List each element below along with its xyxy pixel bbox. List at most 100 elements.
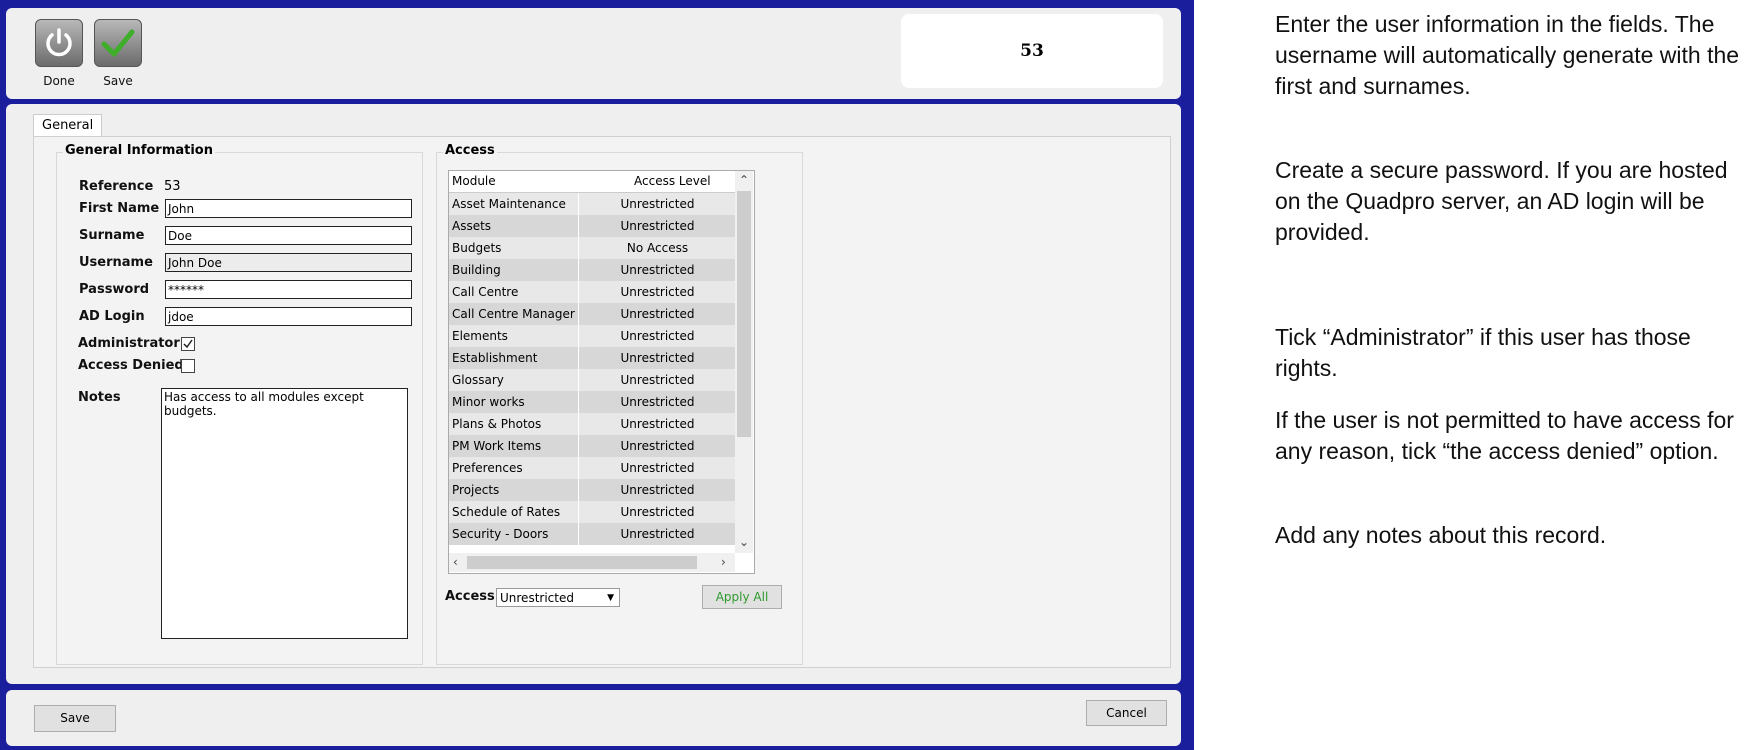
save-toolbar-button[interactable]: Save	[93, 19, 143, 88]
table-row[interactable]: Assets Unrestricted	[449, 215, 735, 238]
horizontal-scrollbar[interactable]: ‹ ›	[449, 553, 735, 572]
surname-field[interactable]: Doe	[165, 226, 412, 245]
access-grid-header: Module Access Level	[449, 171, 735, 193]
access-denied-checkbox[interactable]	[181, 359, 195, 373]
access-group: Access Module Access Level Asset Mainten…	[436, 143, 803, 665]
scroll-up-icon[interactable]: ⌃	[739, 173, 749, 187]
module-cell: PM Work Items	[449, 435, 579, 457]
save-label: Save	[103, 74, 133, 88]
module-cell: Glossary	[449, 369, 579, 391]
cancel-button[interactable]: Cancel	[1086, 700, 1167, 726]
access-level-cell[interactable]: Unrestricted	[580, 435, 735, 457]
table-row[interactable]: Minor works Unrestricted	[449, 391, 735, 414]
general-information-title: General Information	[63, 143, 215, 158]
help-text-administrator: Tick “Administrator” if this user has th…	[1275, 324, 1691, 381]
username-field[interactable]: John Doe	[165, 253, 412, 272]
vertical-scroll-thumb[interactable]	[737, 191, 751, 437]
vertical-scrollbar[interactable]: ⌃ ⌄	[735, 171, 753, 553]
notes-field[interactable]: Has access to all modules except budgets…	[161, 388, 408, 639]
table-row[interactable]: Building Unrestricted	[449, 259, 735, 282]
column-header-access-level: Access Level	[634, 174, 711, 188]
access-level-cell[interactable]: Unrestricted	[580, 523, 735, 545]
table-row[interactable]: Projects Unrestricted	[449, 479, 735, 502]
module-cell: Call Centre	[449, 281, 579, 303]
horizontal-scroll-thumb[interactable]	[467, 556, 697, 569]
access-level-cell[interactable]: Unrestricted	[580, 391, 735, 413]
help-text-password: Create a secure password. If you are hos…	[1275, 157, 1728, 245]
tab-page-general: General Information Reference 53 First N…	[33, 136, 1171, 668]
help-text-access-denied: If the user is not permitted to have acc…	[1275, 407, 1734, 464]
access-level-cell[interactable]: Unrestricted	[580, 215, 735, 237]
general-information-group: General Information Reference 53 First N…	[56, 143, 423, 665]
administrator-label: Administrator	[78, 336, 180, 351]
module-cell: Budgets	[449, 237, 579, 259]
access-level-select-value: Unrestricted	[500, 591, 574, 605]
module-cell: Call Centre Manager	[449, 303, 579, 325]
table-row[interactable]: Plans & Photos Unrestricted	[449, 413, 735, 436]
access-level-cell[interactable]: Unrestricted	[580, 369, 735, 391]
tab-general[interactable]: General	[33, 114, 103, 136]
access-title: Access	[443, 143, 497, 158]
access-level-cell[interactable]: Unrestricted	[580, 325, 735, 347]
table-row[interactable]: Call Centre Unrestricted	[449, 281, 735, 304]
notes-label: Notes	[78, 390, 121, 405]
done-label: Done	[43, 74, 75, 88]
table-row[interactable]: Asset Maintenance Unrestricted	[449, 193, 735, 216]
apply-all-button[interactable]: Apply All	[702, 585, 782, 609]
module-cell: Security - Doors	[449, 523, 579, 545]
checkmark-icon	[94, 19, 142, 67]
table-row[interactable]: Elements Unrestricted	[449, 325, 735, 348]
first-name-field[interactable]: John	[165, 199, 412, 218]
reference-label: Reference	[79, 179, 154, 194]
password-field[interactable]: ******	[165, 280, 412, 299]
surname-label: Surname	[79, 228, 145, 243]
ad-login-label: AD Login	[79, 309, 145, 324]
module-cell: Asset Maintenance	[449, 193, 579, 215]
access-level-cell[interactable]: Unrestricted	[580, 457, 735, 479]
column-header-module: Module	[452, 174, 496, 188]
dropdown-arrow-icon: ▼	[607, 593, 614, 603]
access-level-cell[interactable]: Unrestricted	[580, 479, 735, 501]
module-cell: Building	[449, 259, 579, 281]
access-level-cell[interactable]: Unrestricted	[580, 259, 735, 281]
access-label: Access	[445, 589, 495, 604]
access-denied-label: Access Denied	[78, 358, 184, 373]
access-level-cell[interactable]: Unrestricted	[580, 303, 735, 325]
access-level-cell[interactable]: Unrestricted	[580, 347, 735, 369]
table-row[interactable]: PM Work Items Unrestricted	[449, 435, 735, 458]
help-text-notes: Add any notes about this record.	[1275, 522, 1607, 548]
scroll-right-icon[interactable]: ›	[721, 555, 726, 569]
module-cell: Plans & Photos	[449, 413, 579, 435]
scroll-left-icon[interactable]: ‹	[453, 555, 458, 569]
module-cell: Elements	[449, 325, 579, 347]
table-row[interactable]: Preferences Unrestricted	[449, 457, 735, 480]
done-button[interactable]: Done	[34, 19, 84, 88]
administrator-checkbox[interactable]	[181, 337, 195, 351]
table-row[interactable]: Security - Doors Unrestricted	[449, 523, 735, 546]
access-level-select[interactable]: Unrestricted ▼	[496, 588, 620, 607]
table-row[interactable]: Budgets No Access	[449, 237, 735, 260]
module-cell: Establishment	[449, 347, 579, 369]
record-number-display: 53	[901, 14, 1163, 88]
access-level-cell[interactable]: Unrestricted	[580, 501, 735, 523]
table-row[interactable]: Glossary Unrestricted	[449, 369, 735, 392]
module-cell: Minor works	[449, 391, 579, 413]
access-level-cell[interactable]: Unrestricted	[580, 413, 735, 435]
access-level-cell[interactable]: Unrestricted	[580, 281, 735, 303]
access-grid: Module Access Level Asset Maintenance Unr…	[448, 170, 755, 574]
table-row[interactable]: Establishment Unrestricted	[449, 347, 735, 370]
help-text-user-info: Enter the user information in the fields…	[1275, 11, 1740, 99]
ad-login-field[interactable]: jdoe	[165, 307, 412, 326]
password-label: Password	[79, 282, 150, 297]
access-level-cell[interactable]: No Access	[580, 237, 735, 259]
module-cell: Schedule of Rates	[449, 501, 579, 523]
save-button[interactable]: Save	[34, 705, 116, 732]
module-cell: Assets	[449, 215, 579, 237]
table-row[interactable]: Schedule of Rates Unrestricted	[449, 501, 735, 524]
table-row[interactable]: Call Centre Manager Unrestricted	[449, 303, 735, 326]
access-level-cell[interactable]: Unrestricted	[580, 193, 735, 215]
main-panel: General General Information Reference 53…	[6, 104, 1181, 684]
bottom-bar: Save Cancel	[6, 690, 1181, 746]
scroll-down-icon[interactable]: ⌄	[739, 535, 749, 549]
power-icon	[35, 19, 83, 67]
